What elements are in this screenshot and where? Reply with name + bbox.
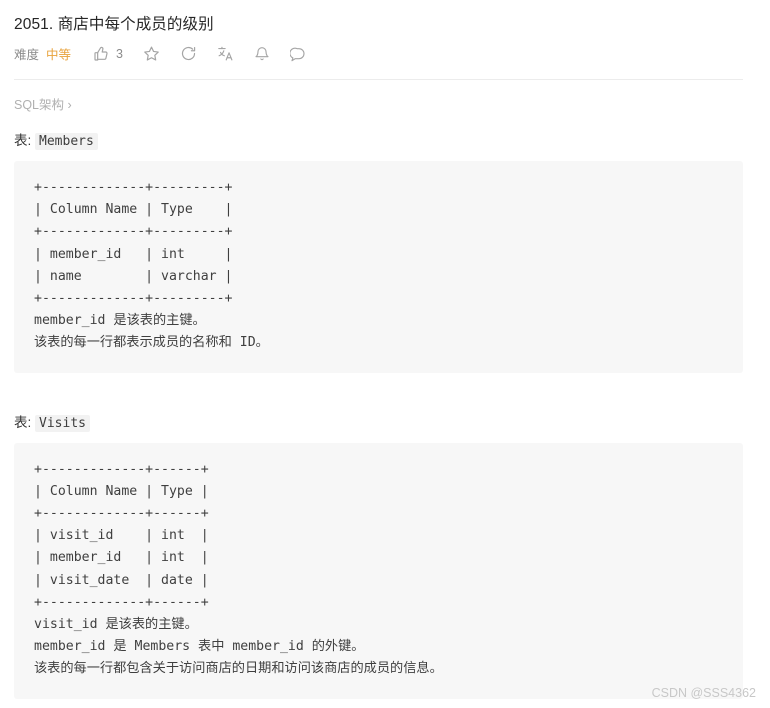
difficulty-label: 难度 [14, 48, 40, 62]
meta-row: 难度 中等 3 [0, 34, 770, 63]
translate-icon[interactable] [217, 45, 234, 62]
star-icon[interactable] [143, 45, 160, 62]
comment-icon[interactable] [289, 46, 306, 62]
difficulty-value[interactable]: 中等 [46, 44, 71, 63]
schema-code-members: +-------------+---------+ | Column Name … [14, 161, 743, 373]
refresh-icon[interactable] [180, 45, 197, 62]
table-label-prefix: 表: [14, 133, 36, 148]
table-name-members: Members [35, 133, 98, 150]
thumbs-up-icon[interactable] [93, 46, 109, 62]
schema-code-visits: +-------------+------+ | Column Name | T… [14, 442, 743, 699]
table-label-members: 表: Members [0, 113, 770, 150]
watermark: CSDN @SSS4362 [651, 686, 756, 700]
table-name-visits: Visits [35, 414, 90, 432]
page-container: 2051. 商店中每个成员的级别 难度 中等 3 SQL架构 › 表: Memb… [0, 0, 770, 708]
table-label-prefix: 表: [14, 414, 36, 430]
like-count: 3 [116, 46, 123, 61]
page-title: 2051. 商店中每个成员的级别 [14, 16, 214, 33]
table-label-visits: 表: Visits [0, 395, 770, 432]
breadcrumb[interactable]: SQL架构 › [0, 80, 770, 113]
bell-icon[interactable] [254, 46, 270, 62]
